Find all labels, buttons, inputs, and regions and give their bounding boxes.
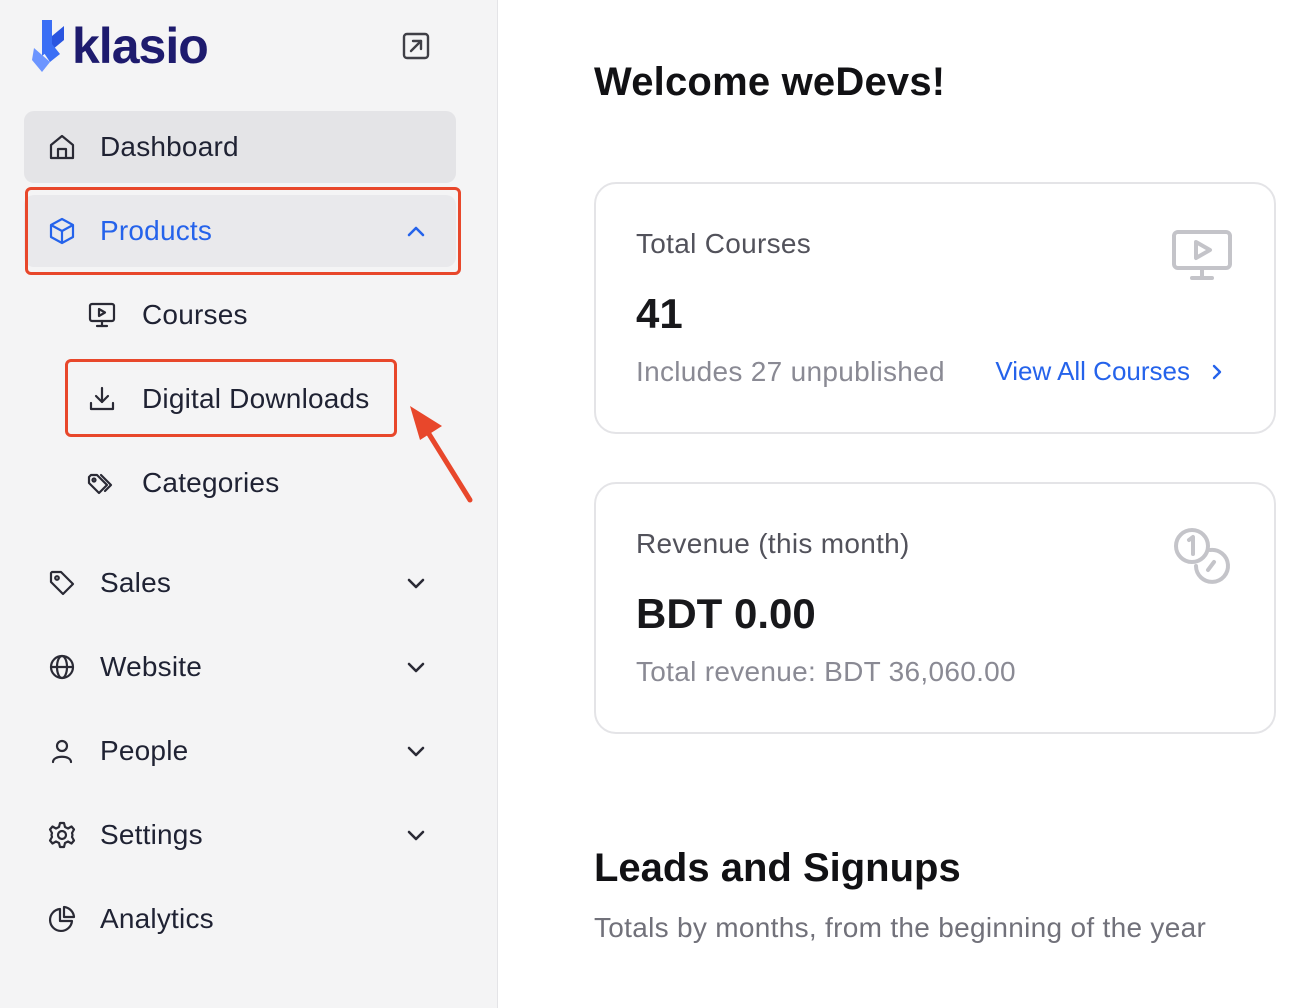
card-subtext: Total revenue: BDT 36,060.00 [636,656,1016,687]
tags-icon [86,467,118,499]
sidebar: klasio Dashboard Products Courses Digita… [0,0,498,1008]
link-label: View All Courses [995,356,1190,386]
pie-chart-icon [46,903,78,935]
tag-icon [46,567,78,599]
monitor-play-icon [1172,230,1232,280]
brand-name: klasio [72,18,209,74]
sidebar-item-label: Dashboard [100,131,239,162]
sidebar-item-products[interactable]: Products [24,195,456,267]
sidebar-subitem-label: Digital Downloads [142,383,370,414]
globe-icon [46,651,78,683]
chevron-up-icon [407,226,425,237]
leads-section-subtitle: Totals by months, from the beginning of … [594,912,1207,943]
sidebar-subitem-label: Categories [142,467,280,498]
sidebar-item-analytics[interactable]: Analytics [24,883,456,955]
sidebar-item-website[interactable]: Website [24,631,456,703]
sidebar-item-label: Website [100,651,203,682]
klasio-logo-icon [32,20,64,72]
sidebar-item-settings[interactable]: Settings [24,799,456,871]
card-label: Total Courses [636,228,812,259]
klasio-logo[interactable]: klasio [32,18,209,74]
monitor-play-icon [86,299,118,331]
chevron-down-icon [407,746,425,757]
sidebar-item-people[interactable]: People [24,715,456,787]
sidebar-subitem-categories[interactable]: Categories [72,447,279,519]
cube-icon [46,215,78,247]
revenue-card: Revenue (this month) BDT 0.00 Total reve… [594,482,1276,734]
sidebar-item-label: Analytics [100,903,214,934]
gear-icon [46,819,78,851]
card-label: Revenue (this month) [636,528,910,559]
chevron-down-icon [407,830,425,841]
card-value: 41 [636,290,683,337]
card-value: BDT 0.00 [636,590,816,637]
leads-section-title: Leads and Signups [594,846,961,890]
chevron-right-icon [1212,364,1222,379]
chevron-down-icon [407,578,425,589]
page-title: Welcome weDevs! [594,60,946,104]
sidebar-item-label: People [100,735,189,766]
sidebar-subitem-courses[interactable]: Courses [72,279,248,351]
user-icon [46,735,78,767]
annotation-arrow-icon [410,406,473,503]
sidebar-item-label: Sales [100,567,172,598]
card-subtext: Includes 27 unpublished [636,356,945,387]
total-courses-card: Total Courses 41 Includes 27 unpublished… [594,182,1276,434]
expand-arrow-icon [402,32,430,60]
download-icon [86,383,118,415]
view-all-courses-link[interactable]: View All Courses [995,356,1228,387]
chevron-down-icon [407,662,425,673]
sidebar-subitem-digital-downloads[interactable]: Digital Downloads [72,363,370,435]
sidebar-item-sales[interactable]: Sales [24,547,456,619]
home-icon [46,131,78,163]
collapse-sidebar-button[interactable] [400,30,432,62]
sidebar-subitem-label: Courses [142,299,248,330]
sidebar-item-label: Products [100,215,213,246]
sidebar-item-dashboard[interactable]: Dashboard [24,111,456,183]
sidebar-item-label: Settings [100,819,203,850]
coins-icon [1174,528,1230,584]
